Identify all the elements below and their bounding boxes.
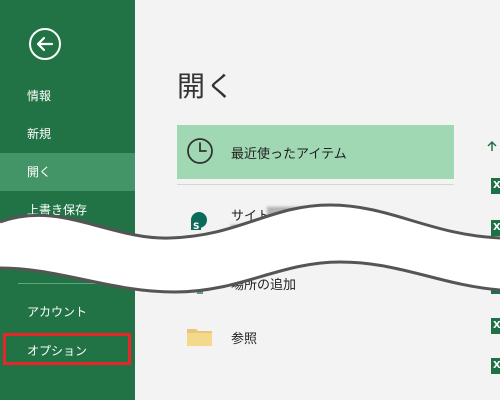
sidebar-divider [18,283,118,284]
divider [177,184,454,185]
excel-file-icon[interactable]: X [491,178,500,194]
open-item-add-place[interactable]: 場所の追加 [177,256,454,310]
open-item-browse[interactable]: 参照 [177,310,454,364]
open-item-label: 参照 [231,332,258,347]
sidebar-item-options[interactable]: オプション [0,333,135,369]
open-item-label: 場所の追加 [231,278,297,293]
pin-icon [487,140,497,151]
sidebar-item-save[interactable]: 上書き保存 [0,191,135,229]
main-panel: 開く 最近使ったアイテム S サイト ▒▒▒▒▒▒▒▒ ▒▒▒▒▒▒▒▒▒▒▒▒… [135,0,500,400]
clock-icon [185,136,215,166]
sharepoint-icon: S [185,206,215,236]
open-item-label: サイト [231,209,271,224]
excel-file-icon[interactable]: X [491,220,500,236]
page-title: 開く [177,70,236,103]
sidebar-item-open[interactable]: 開く [0,153,135,191]
excel-file-icon[interactable]: X [491,358,500,374]
open-item-site[interactable]: S サイト ▒▒▒▒▒▒▒▒ ▒▒▒▒▒▒▒▒▒▒▒▒▒▒▒▒▒ [177,195,454,249]
back-arrow-icon[interactable] [28,27,62,61]
folder-icon [185,321,215,351]
open-item-label: 最近使ったアイテム [231,147,347,162]
sidebar-item-info[interactable]: 情報 [0,77,135,115]
blurred-site-url: ▒▒▒▒▒▒▒▒▒▒▒▒▒▒▒▒▒ [231,225,375,238]
plus-icon [185,267,215,297]
blurred-site-name: ▒▒▒▒▒▒▒▒ [267,207,335,220]
sidebar-item-new[interactable]: 新規 [0,115,135,153]
sidebar-item-account[interactable]: アカウント [0,293,135,331]
excel-file-icon[interactable]: X [491,278,500,294]
svg-text:S: S [193,222,199,232]
sidebar-item-save-as[interactable]: 名前を付けて [0,229,135,267]
open-item-recent[interactable]: 最近使ったアイテム [177,125,454,179]
sidebar: 情報 新規 開く 上書き保存 名前を付けて アカウント オプション [0,0,135,400]
excel-file-icon[interactable]: X [491,318,500,334]
